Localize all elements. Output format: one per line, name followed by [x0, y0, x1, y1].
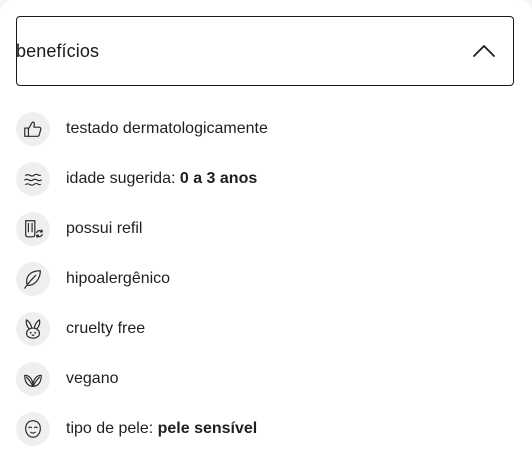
list-item-label: cruelty free	[66, 320, 146, 337]
list-item: testado dermatologicamente	[16, 104, 516, 154]
page: benefícios testado dermatologicamente id…	[0, 0, 532, 461]
chevron-up-icon	[471, 38, 497, 64]
list-item: tipo de pele: pele sensível	[16, 404, 516, 454]
list-item: hipoalergênico	[16, 254, 516, 304]
leaf-icon	[16, 262, 50, 296]
list-item: cruelty free	[16, 304, 516, 354]
benefits-accordion-toggle[interactable]: benefícios	[16, 16, 514, 86]
list-item-label: testado dermatologicamente	[66, 120, 268, 137]
list-item-label: hipoalergênico	[66, 270, 171, 287]
vegan-leaves-icon	[16, 362, 50, 396]
benefits-card: benefícios testado dermatologicamente id…	[0, 0, 532, 461]
accordion-title: benefícios	[16, 40, 100, 61]
refill-icon	[16, 212, 50, 246]
list-item: possui refil	[16, 204, 516, 254]
face-icon	[16, 412, 50, 446]
benefits-list: testado dermatologicamente idade sugerid…	[16, 104, 516, 454]
list-item: vegano	[16, 354, 516, 404]
list-item-label: tipo de pele: pele sensível	[66, 420, 258, 437]
thumbs-up-icon	[16, 112, 50, 146]
list-item-label: idade sugerida: 0 a 3 anos	[66, 170, 258, 187]
waves-icon	[16, 162, 50, 196]
rabbit-icon	[16, 312, 50, 346]
list-item-label: vegano	[66, 370, 119, 387]
list-item-label: possui refil	[66, 220, 143, 237]
list-item: idade sugerida: 0 a 3 anos	[16, 154, 516, 204]
